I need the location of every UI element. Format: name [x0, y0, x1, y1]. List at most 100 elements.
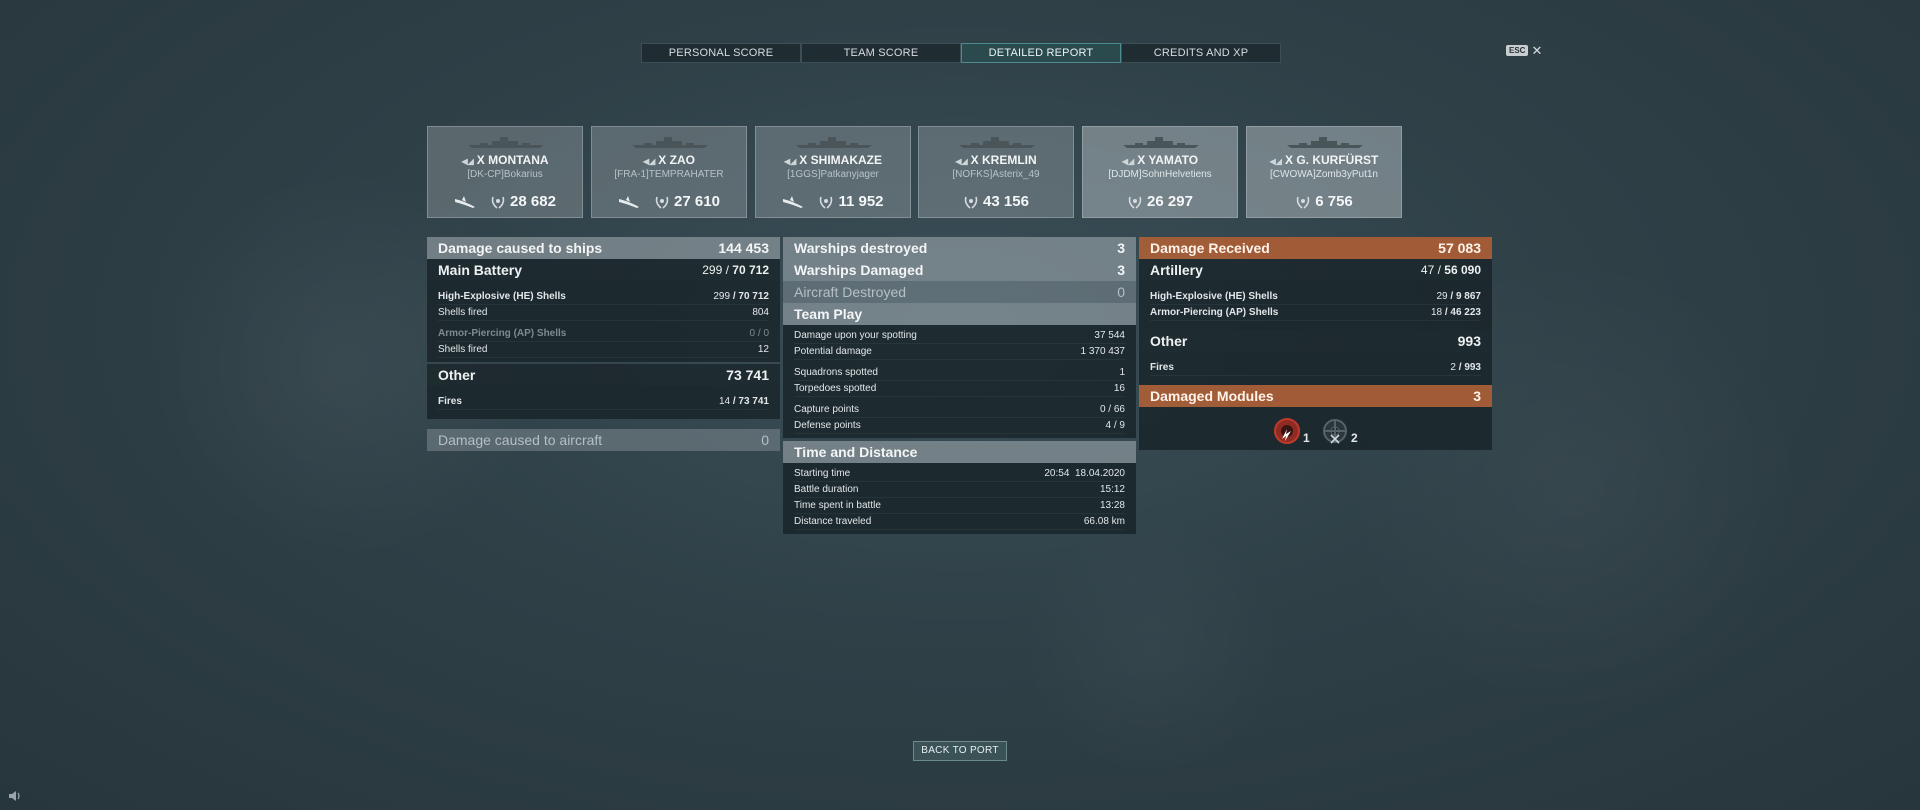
- capture-points-row: Capture points 0 / 66: [794, 402, 1125, 418]
- ship-class-icon: ◀◢: [461, 157, 474, 166]
- aircraft-destroyed-header: Aircraft Destroyed 0: [783, 281, 1136, 303]
- damage-received-header: Damage Received 57 083: [1139, 237, 1492, 259]
- player-name: [NOFKS]Asterix_49: [952, 169, 1040, 180]
- combat-summary-panel: Warships destroyed 3 Warships Damaged 3 Ai…: [783, 237, 1136, 534]
- ship-score: 26 297: [1083, 193, 1237, 210]
- engine-damage-module: 1: [1273, 417, 1310, 445]
- back-to-port-button[interactable]: BACK TO PORT: [913, 741, 1007, 761]
- tab-personal-score[interactable]: PERSONAL SCORE: [641, 43, 801, 63]
- tab-team-score[interactable]: TEAM SCORE: [801, 43, 961, 63]
- time-in-battle-row: Time spent in battle 13:28: [794, 498, 1125, 514]
- player-name: [DK-CP]Bokarius: [467, 169, 543, 180]
- damage-caused-header: Damage caused to ships 144 453: [427, 237, 780, 259]
- player-name: [CWOWA]Zomb3yPut1n: [1270, 169, 1378, 180]
- ship-name: ◀◢ X MONTANA: [461, 153, 549, 167]
- ship-score: 11 952: [756, 193, 910, 210]
- time-distance-header: Time and Distance: [783, 441, 1136, 463]
- received-fires-row: Fires 2 / 993: [1150, 360, 1481, 376]
- wreath-icon: [1128, 196, 1142, 209]
- ship-class-icon: ◀◢: [955, 157, 968, 166]
- steering-damage-module: 2: [1321, 417, 1358, 445]
- other-label: Other: [438, 367, 476, 383]
- plane-icon: [619, 195, 640, 208]
- he-fired-row: Shells fired 804: [438, 305, 769, 321]
- player-name: [FRA-1]TEMPRAHATER: [614, 169, 724, 180]
- main-battery-label: Main Battery: [438, 262, 523, 278]
- squadrons-spotted-row: Squadrons spotted 1: [794, 365, 1125, 381]
- close-icon: ✕: [1531, 42, 1543, 58]
- ship-silhouette-icon: [959, 137, 1035, 148]
- tab-detailed-report[interactable]: DETAILED REPORT: [961, 43, 1121, 63]
- sound-icon[interactable]: [8, 790, 22, 802]
- battle-duration-row: Battle duration 15:12: [794, 482, 1125, 498]
- ship-card[interactable]: ◀◢ X SHIMAKAZE [1GGS]Patkanyjager 11 952: [755, 126, 911, 218]
- warships-destroyed-header: Warships destroyed 3: [783, 237, 1136, 259]
- received-other-rows: Fires 2 / 993: [1139, 352, 1492, 385]
- main-battery-value: 299 / 70 712: [702, 263, 769, 277]
- ship-silhouette-icon: [1287, 137, 1363, 148]
- received-other-header: Other 993: [1139, 330, 1492, 352]
- torpedoes-spotted-row: Torpedoes spotted 16: [794, 381, 1125, 397]
- fires-row: Fires 14 / 73 741: [438, 394, 769, 410]
- ship-class-icon: ◀◢: [642, 157, 656, 166]
- tab-credits-xp[interactable]: CREDITS AND XP: [1121, 43, 1281, 63]
- ap-shells-row: Armor-Piercing (AP) Shells 0 / 0: [438, 326, 769, 342]
- ship-card[interactable]: ◀◢ X YAMATO [DJDM]SohnHelvetiens 26 297: [1082, 126, 1238, 218]
- damaged-modules-header: Damaged Modules 3: [1139, 385, 1492, 407]
- wreath-icon: [964, 196, 978, 209]
- he-shells-row: High-Explosive (HE) Shells 299 / 70 712: [438, 289, 769, 305]
- ship-score: 6 756: [1247, 193, 1401, 210]
- defense-points-row: Defense points 4 / 9: [794, 418, 1125, 434]
- plane-icon: [783, 195, 804, 208]
- damage-received-panel: Damage Received 57 083 Artillery 47 / 56 …: [1139, 237, 1492, 450]
- aircraft-damage-value: 0: [761, 432, 769, 448]
- ship-score: 27 610: [592, 193, 746, 210]
- received-ap-row: Armor-Piercing (AP) Shells 18 / 46 223: [1150, 305, 1481, 321]
- team-play-rows: Damage upon your spotting 37 544 Potentia…: [783, 325, 1136, 438]
- ship-score: 28 682: [428, 193, 582, 210]
- ship-card[interactable]: ◀◢ X MONTANA [DK-CP]Bokarius 28 682: [427, 126, 583, 218]
- potential-damage-row: Potential damage 1 370 437: [794, 344, 1125, 360]
- starting-time-row: Starting time 20:54 18.04.2020: [794, 466, 1125, 482]
- plane-icon: [455, 195, 476, 208]
- ap-fired-row: Shells fired 12: [438, 342, 769, 358]
- artillery-rows: High-Explosive (HE) Shells 29 / 9 867 Arm…: [1139, 281, 1492, 330]
- damaged-modules-list: 1 2: [1139, 407, 1492, 450]
- ship-silhouette-icon: [632, 137, 708, 148]
- close-button[interactable]: ESC ✕: [1506, 42, 1543, 58]
- player-name: [DJDM]SohnHelvetiens: [1108, 169, 1212, 180]
- aircraft-damage-label: Damage caused to aircraft: [438, 432, 603, 448]
- wreath-icon: [491, 196, 505, 209]
- other-rows: Fires 14 / 73 741: [427, 386, 780, 419]
- ship-silhouette-icon: [468, 137, 544, 148]
- player-name: [1GGS]Patkanyjager: [787, 169, 879, 180]
- ship-card[interactable]: ◀◢ X KREMLIN [NOFKS]Asterix_49 43 156: [918, 126, 1074, 218]
- received-he-row: High-Explosive (HE) Shells 29 / 9 867: [1150, 289, 1481, 305]
- engine-damage-icon: [1274, 418, 1300, 444]
- other-header: Other 73 741: [427, 364, 780, 386]
- wreath-icon: [820, 196, 833, 209]
- warships-damaged-header: Warships Damaged 3: [783, 259, 1136, 281]
- ship-class-icon: ◀◢: [1269, 157, 1282, 166]
- spotting-damage-row: Damage upon your spotting 37 544: [794, 328, 1125, 344]
- aircraft-damage-header: Damage caused to aircraft 0: [427, 429, 780, 451]
- ship-silhouette-icon: [1123, 137, 1199, 148]
- distance-traveled-row: Distance traveled 66.08 km: [794, 514, 1125, 530]
- ship-silhouette-icon: [796, 137, 872, 148]
- esc-key-label: ESC: [1506, 45, 1529, 56]
- steering-damage-icon: [1323, 419, 1347, 444]
- ship-card[interactable]: ◀◢ X G. KURFÜRST [CWOWA]Zomb3yPut1n 6 756: [1246, 126, 1402, 218]
- main-battery-rows: High-Explosive (HE) Shells 299 / 70 712 S…: [427, 281, 780, 362]
- ship-class-icon: ◀◢: [1121, 157, 1135, 166]
- wreath-icon: [1296, 196, 1310, 209]
- ship-name: ◀◢ X SHIMAKAZE: [783, 153, 882, 167]
- damage-caused-value: 144 453: [718, 240, 769, 256]
- other-value: 73 741: [726, 367, 769, 383]
- ship-card[interactable]: ◀◢ X ZAO [FRA-1]TEMPRAHATER 27 610: [591, 126, 747, 218]
- damage-caused-panel: Damage caused to ships 144 453 Main Batt…: [427, 237, 780, 451]
- ship-score: 43 156: [919, 193, 1073, 210]
- time-distance-rows: Starting time 20:54 18.04.2020 Battle dur…: [783, 463, 1136, 534]
- ship-class-icon: ◀◢: [783, 157, 797, 166]
- artillery-header: Artillery 47 / 56 090: [1139, 259, 1492, 281]
- main-battery-header: Main Battery 299 / 70 712: [427, 259, 780, 281]
